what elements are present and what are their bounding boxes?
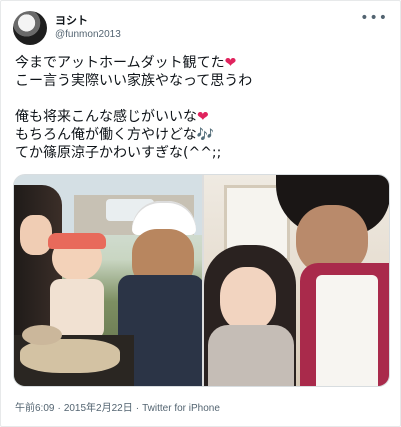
handle[interactable]: @funmon2013 (55, 28, 121, 42)
tweet-line: 俺も将来こんな感じがいいな❤ (15, 109, 209, 125)
tweet-card: ヨシト @funmon2013 ••• 今までアットホームダット観てた❤ こー言… (0, 0, 401, 427)
separator: · (57, 403, 61, 414)
heart-icon: ❤ (197, 109, 209, 125)
tweet-text: 今までアットホームダット観てた❤ こー言う実際いい家族やなって思うわ 俺も将来こ… (15, 54, 385, 162)
tweet-line-break (15, 90, 385, 108)
more-horizontal-icon[interactable]: ••• (360, 11, 388, 25)
tweet-line: てか篠原涼子かわいすぎな(^^;; (15, 145, 222, 161)
tweet-line: こー言う実際いい家族やなって思うわ (15, 73, 253, 89)
tweet-timestamp[interactable]: 午前6:09 · 2015年2月22日 · Twitter for iPhone (15, 399, 223, 414)
tweet-line: 今までアットホームダット観てた❤ (15, 55, 237, 71)
tweet-line: もちろん俺が働く方やけどな🎶 (15, 127, 215, 143)
avatar[interactable] (13, 11, 47, 45)
tweet-source[interactable]: Twitter for iPhone (142, 403, 220, 414)
separator: · (135, 403, 140, 414)
music-notes-icon: 🎶 (196, 127, 215, 143)
couple-cooking-photo[interactable] (204, 175, 389, 386)
display-name[interactable]: ヨシト (55, 14, 121, 28)
heart-icon: ❤ (224, 55, 237, 71)
tweet-date[interactable]: 2015年2月22日 (64, 403, 133, 414)
tweet-time[interactable]: 午前6:09 (15, 403, 54, 414)
user-info[interactable]: ヨシト @funmon2013 (55, 14, 121, 42)
tweet-media[interactable] (13, 174, 390, 387)
family-cooking-photo[interactable] (14, 175, 202, 386)
